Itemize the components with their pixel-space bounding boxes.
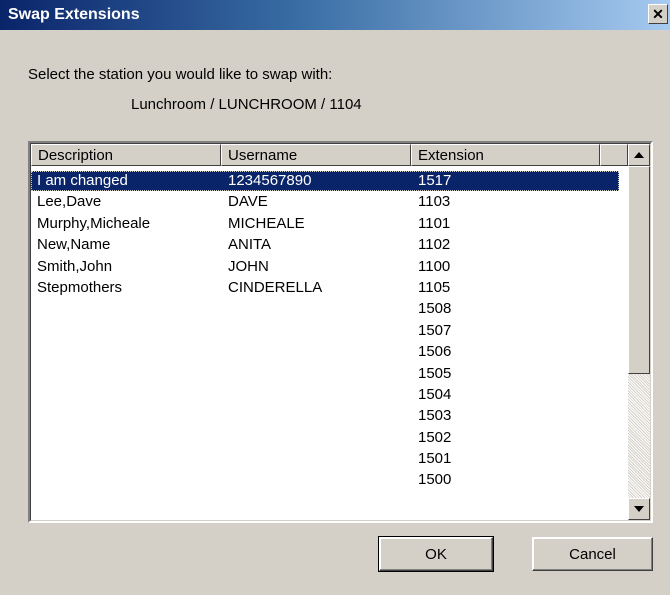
cell-extension: 1103 — [418, 193, 451, 211]
close-button[interactable]: ✕ — [648, 4, 668, 24]
cell-extension: 1504 — [418, 385, 452, 403]
list-row[interactable]: 1501 — [31, 449, 628, 470]
list-row[interactable]: 1502 — [31, 428, 628, 449]
column-header-filler — [600, 144, 628, 166]
cell-extension: 1507 — [418, 321, 452, 339]
cell-extension: 1503 — [418, 407, 452, 425]
scroll-up-arrow-icon — [634, 152, 644, 158]
cell-extension: 1506 — [418, 343, 452, 361]
list-row[interactable]: New,Name ANITA 1102 — [31, 235, 628, 256]
cell-extension: 1500 — [418, 471, 452, 489]
scroll-up-button[interactable] — [628, 144, 650, 166]
cell-username: DAVE — [228, 193, 268, 211]
list-row[interactable]: 1500 — [31, 470, 628, 491]
list-row[interactable]: Smith,John JOHN 1100 — [31, 257, 628, 278]
cell-extension: 1501 — [418, 450, 452, 468]
cell-description: I am changed — [37, 172, 128, 189]
cell-extension: 1517 — [418, 172, 452, 189]
ok-button[interactable]: OK — [378, 536, 494, 572]
cancel-button[interactable]: Cancel — [532, 537, 653, 571]
list-row[interactable]: I am changed 1234567890 1517 — [31, 171, 628, 192]
column-header-description[interactable]: Description — [31, 144, 221, 166]
cell-extension: 1508 — [418, 300, 452, 318]
cell-extension: 1502 — [418, 428, 452, 446]
cell-extension: 1100 — [418, 257, 451, 275]
list-rows: I am changed 1234567890 1517 Lee,Dave DAVE 11… — [31, 171, 628, 492]
list-row[interactable]: 1505 — [31, 364, 628, 385]
list-row[interactable]: 1506 — [31, 342, 628, 363]
cell-description: Stepmothers — [37, 278, 123, 296]
close-icon: ✕ — [652, 6, 664, 22]
list-row[interactable]: 1508 — [31, 299, 628, 320]
cell-description: Smith,John — [37, 257, 113, 275]
title-bar: Swap Extensions ✕ — [0, 0, 670, 30]
cell-username: JOHN — [228, 257, 269, 275]
list-row[interactable]: Murphy,Micheale MICHEALE 1101 — [31, 214, 628, 235]
instruction-label: Select the station you would like to swa… — [28, 66, 333, 83]
list-row[interactable]: Stepmothers CINDERELLA 1105 — [31, 278, 628, 299]
list-row[interactable]: 1507 — [31, 321, 628, 342]
cell-description: Murphy,Micheale — [37, 214, 151, 232]
cell-extension: 1105 — [418, 278, 451, 296]
scrollbar-thumb[interactable] — [628, 166, 650, 374]
current-station-label: Lunchroom / LUNCHROOM / 1104 — [131, 96, 362, 113]
list-row[interactable]: Lee,Dave DAVE 1103 — [31, 192, 628, 213]
cell-description: Lee,Dave — [37, 193, 102, 211]
window-title: Swap Extensions — [8, 6, 140, 23]
scroll-down-button[interactable] — [628, 498, 650, 520]
cell-username: 1234567890 — [228, 172, 312, 189]
column-header-extension[interactable]: Extension — [411, 144, 600, 166]
station-list[interactable]: Description Username Extension I am chan… — [28, 141, 653, 523]
list-row[interactable]: 1504 — [31, 385, 628, 406]
cell-extension: 1101 — [418, 214, 451, 232]
cell-username: CINDERELLA — [228, 278, 323, 296]
cell-username: ANITA — [228, 236, 272, 254]
cell-description: New,Name — [37, 236, 111, 254]
cell-extension: 1102 — [418, 236, 451, 254]
column-header-username[interactable]: Username — [221, 144, 411, 166]
cell-username: MICHEALE — [228, 214, 305, 232]
cell-extension: 1505 — [418, 364, 452, 382]
list-header: Description Username Extension — [31, 144, 628, 166]
list-row[interactable]: 1503 — [31, 406, 628, 427]
vertical-scrollbar[interactable] — [628, 144, 650, 520]
scroll-down-arrow-icon — [634, 506, 644, 512]
